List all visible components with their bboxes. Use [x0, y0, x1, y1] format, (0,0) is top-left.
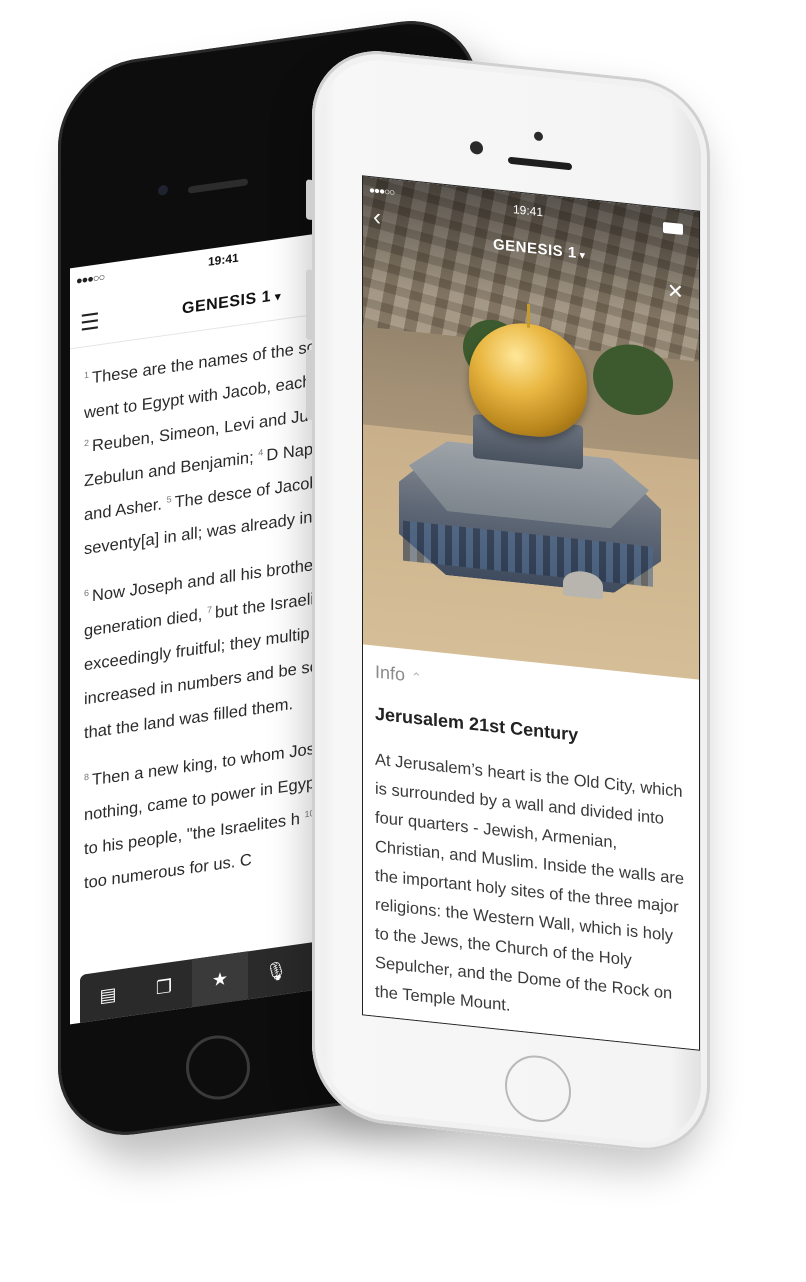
star-icon: ★ — [211, 968, 229, 991]
info-panel: Info ⌃ Jerusalem 21st Century At Jerusale… — [363, 644, 699, 1050]
home-button[interactable] — [505, 1052, 571, 1126]
chapter-title: GENESIS 1 — [182, 288, 271, 318]
earpiece-speaker — [508, 156, 572, 171]
verse-number: 4 — [258, 447, 264, 458]
book-icon: ❐ — [155, 975, 173, 999]
verse-number: 7 — [206, 604, 212, 616]
signal-dots: ●●●○○ — [76, 271, 105, 288]
front-camera — [158, 184, 168, 196]
audio-label: AUDIO — [258, 992, 294, 1009]
back-icon[interactable]: ‹ — [373, 203, 381, 232]
chevron-down-icon: ▾ — [579, 250, 586, 262]
verse-number: 8 — [84, 771, 90, 783]
verse-number: 5 — [166, 494, 172, 505]
front-camera — [470, 140, 483, 155]
clipboard-icon: ▤ — [99, 983, 117, 1007]
microphone-icon: 🎙 — [264, 959, 288, 983]
info-toggle[interactable]: Info ⌃ — [375, 662, 422, 688]
status-time: 19:41 — [208, 250, 239, 269]
home-button[interactable] — [186, 1035, 250, 1100]
verse-number: 2 — [84, 437, 90, 449]
book-chapter-selector[interactable]: GENESIS 1 ▾ — [182, 287, 281, 319]
proximity-sensor — [534, 131, 543, 142]
detail-screen: ●●●○○ 19:41 ‹ GENESIS 1 ▾ ✕ Info ⌃ Jerusal… — [362, 175, 700, 1051]
verse-number: 6 — [84, 587, 90, 599]
glo-label: glo — [212, 1002, 228, 1016]
place-title: Jerusalem 21st Century — [375, 703, 579, 745]
chevron-down-icon: ▾ — [274, 290, 282, 304]
info-label: Info — [375, 661, 406, 685]
chevron-up-icon: ⌃ — [411, 669, 422, 686]
dome-finial — [527, 303, 530, 328]
detail-phone: ●●●○○ 19:41 ‹ GENESIS 1 ▾ ✕ Info ⌃ Jerusal… — [306, 44, 710, 1158]
status-time: 19:41 — [513, 202, 544, 220]
notepad-button[interactable]: ▤ NOTEPAD — [80, 967, 136, 1025]
battery-icon — [663, 221, 683, 235]
verse-number: 1 — [84, 369, 90, 381]
close-icon[interactable]: ✕ — [667, 278, 684, 305]
volume-down-button — [306, 349, 314, 421]
volume-up-button — [306, 269, 314, 341]
earpiece-speaker — [188, 178, 248, 194]
hamburger-icon[interactable]: ☰ — [80, 308, 100, 337]
plans-button[interactable]: ❐ PLANS — [136, 959, 192, 1024]
mute-switch — [306, 179, 314, 221]
jerusalem-photo: ●●●○○ 19:41 ‹ GENESIS 1 ▾ ✕ — [362, 176, 700, 692]
plans-label: PLANS — [145, 1008, 183, 1025]
notepad-label: NOTEPAD — [80, 1015, 136, 1024]
place-description: At Jerusalem’s heart is the Old City, wh… — [375, 750, 685, 1015]
audio-button[interactable]: 🎙 AUDIO — [248, 943, 304, 1023]
glo-button[interactable]: ★ glo — [192, 951, 248, 1025]
